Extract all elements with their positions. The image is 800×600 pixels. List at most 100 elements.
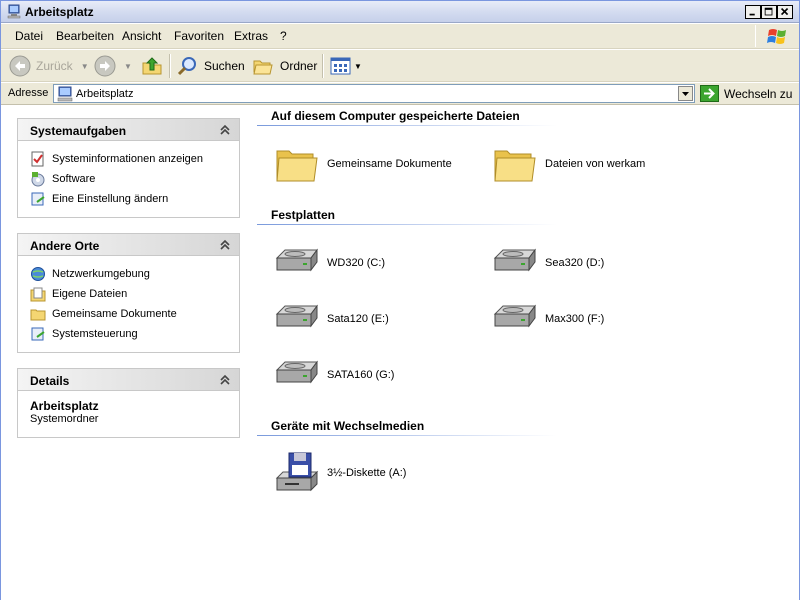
drive-item-d[interactable]: Sea320 (D:) bbox=[491, 240, 604, 286]
search-button[interactable]: Suchen bbox=[176, 54, 245, 78]
item-label: Dateien von werkam bbox=[545, 158, 646, 170]
menu-bearbeiten[interactable]: Bearbeiten bbox=[56, 29, 114, 43]
maximize-button[interactable] bbox=[761, 5, 777, 19]
computer-icon bbox=[7, 4, 21, 19]
task-system-info[interactable]: Systeminformationen anzeigen bbox=[30, 149, 227, 169]
collapse-chevron-icon[interactable] bbox=[217, 237, 233, 253]
search-label: Suchen bbox=[204, 59, 245, 73]
folder-item-shared-documents[interactable]: Gemeinsame Dokumente bbox=[273, 141, 452, 187]
collapse-chevron-icon[interactable] bbox=[217, 122, 233, 138]
go-button[interactable]: Wechseln zu bbox=[700, 84, 798, 103]
floppy-drive-icon bbox=[275, 452, 319, 492]
windows-flag-icon bbox=[767, 29, 786, 44]
menu-extras[interactable]: Extras bbox=[234, 29, 268, 43]
back-dropdown-icon[interactable]: ▼ bbox=[81, 62, 89, 71]
address-input[interactable]: Arbeitsplatz bbox=[53, 84, 695, 103]
drive-item-c[interactable]: WD320 (C:) bbox=[273, 240, 385, 286]
toolbar: Zurück ▼ ▼ Suchen Ordner ▼ bbox=[1, 50, 799, 82]
back-button[interactable]: Zurück ▼ bbox=[9, 54, 89, 78]
place-control-panel[interactable]: Systemsteuerung bbox=[30, 324, 227, 344]
panel-header[interactable]: Andere Orte bbox=[18, 234, 239, 256]
menu-datei[interactable]: Datei bbox=[15, 29, 43, 43]
place-network[interactable]: Netzwerkumgebung bbox=[30, 264, 227, 284]
hard-drive-icon bbox=[275, 304, 318, 328]
my-documents-icon bbox=[30, 287, 46, 302]
section-title-drives: Festplatten bbox=[271, 208, 336, 222]
hard-drive-icon bbox=[493, 304, 536, 328]
computer-icon bbox=[57, 86, 73, 102]
address-bar: Adresse Arbeitsplatz Wechseln zu bbox=[1, 83, 799, 105]
drive-item-g[interactable]: SATA160 (G:) bbox=[273, 352, 394, 398]
place-label: Netzwerkumgebung bbox=[52, 268, 150, 280]
menu-ansicht[interactable]: Ansicht bbox=[122, 29, 161, 43]
system-info-icon bbox=[31, 151, 44, 167]
item-label: Sea320 (D:) bbox=[545, 257, 605, 269]
control-panel-icon bbox=[31, 327, 45, 341]
hard-drive-icon bbox=[275, 248, 318, 272]
item-label: Sata120 (E:) bbox=[327, 313, 389, 325]
title-bar[interactable]: Arbeitsplatz bbox=[1, 1, 799, 23]
panel-title: Details bbox=[30, 374, 70, 388]
go-label: Wechseln zu bbox=[724, 86, 793, 101]
place-label: Gemeinsame Dokumente bbox=[52, 308, 177, 320]
item-label: SATA160 (G:) bbox=[327, 369, 395, 381]
minimize-icon bbox=[749, 13, 755, 16]
forward-dropdown-icon[interactable]: ▼ bbox=[124, 62, 132, 71]
forward-button[interactable]: ▼ bbox=[94, 54, 132, 78]
details-type: Systemordner bbox=[30, 413, 99, 425]
item-label: 3½-Diskette (A:) bbox=[327, 467, 407, 479]
section-divider bbox=[257, 435, 557, 436]
close-icon bbox=[780, 7, 789, 16]
folder-item-werkam[interactable]: Dateien von werkam bbox=[491, 141, 645, 187]
explorer-window: Arbeitsplatz Datei Bearbeiten Ansicht Fa… bbox=[0, 0, 800, 600]
collapse-chevron-icon[interactable] bbox=[217, 372, 233, 388]
panel-header[interactable]: Details bbox=[18, 369, 239, 391]
minimize-button[interactable] bbox=[745, 5, 761, 19]
hard-drive-icon bbox=[493, 248, 536, 272]
views-button[interactable]: ▼ bbox=[329, 54, 362, 78]
address-label: Adresse bbox=[8, 87, 49, 99]
item-label: WD320 (C:) bbox=[327, 257, 386, 269]
folder-up-icon bbox=[142, 57, 162, 75]
folders-icon bbox=[253, 60, 273, 75]
panel-details: Details Arbeitsplatz Systemordner bbox=[17, 368, 240, 438]
drive-item-e[interactable]: Sata120 (E:) bbox=[273, 296, 389, 342]
menu-help[interactable]: ? bbox=[280, 29, 287, 43]
place-my-documents[interactable]: Eigene Dateien bbox=[30, 284, 227, 304]
views-dropdown-icon[interactable]: ▼ bbox=[354, 62, 362, 71]
toolbar-separator bbox=[169, 54, 171, 78]
folders-button[interactable]: Ordner bbox=[252, 54, 317, 78]
section-divider bbox=[257, 125, 557, 126]
chevron-down-icon bbox=[682, 92, 689, 96]
drive-item-f[interactable]: Max300 (F:) bbox=[491, 296, 604, 342]
network-icon bbox=[31, 267, 45, 281]
task-label: Systeminformationen anzeigen bbox=[52, 153, 204, 165]
task-software[interactable]: Software bbox=[30, 169, 227, 189]
section-title-stored: Auf diesem Computer gespeicherte Dateien bbox=[271, 109, 520, 123]
search-icon bbox=[177, 57, 196, 76]
panel-header[interactable]: Systemaufgaben bbox=[18, 119, 239, 141]
content-area: Systemaufgaben Systeminformationen anzei… bbox=[1, 106, 799, 600]
place-label: Systemsteuerung bbox=[52, 328, 138, 340]
floppy-item-a[interactable]: 3½-Diskette (A:) bbox=[273, 450, 406, 496]
panel-other-places: Andere Orte Netzwerkumgebung Eigene Date… bbox=[17, 233, 240, 353]
section-title-removable: Geräte mit Wechselmedien bbox=[271, 419, 425, 433]
task-label: Eine Einstellung ändern bbox=[52, 193, 169, 205]
place-shared-documents[interactable]: Gemeinsame Dokumente bbox=[30, 304, 227, 324]
folder-icon bbox=[494, 150, 536, 182]
hard-drive-icon bbox=[275, 360, 318, 384]
panel-system-tasks: Systemaufgaben Systeminformationen anzei… bbox=[17, 118, 240, 218]
address-dropdown-button[interactable] bbox=[678, 86, 693, 101]
back-arrow-icon bbox=[9, 55, 31, 77]
close-button[interactable] bbox=[777, 5, 793, 19]
menu-favoriten[interactable]: Favoriten bbox=[174, 29, 224, 43]
software-icon bbox=[31, 172, 45, 187]
task-change-setting[interactable]: Eine Einstellung ändern bbox=[30, 189, 227, 209]
toolbar-separator bbox=[322, 54, 324, 78]
back-label: Zurück bbox=[36, 59, 73, 73]
control-panel-icon bbox=[31, 192, 45, 206]
maximize-icon bbox=[764, 7, 773, 16]
address-value: Arbeitsplatz bbox=[76, 88, 134, 100]
windows-logo bbox=[755, 25, 799, 47]
up-folder-button[interactable] bbox=[141, 54, 163, 78]
